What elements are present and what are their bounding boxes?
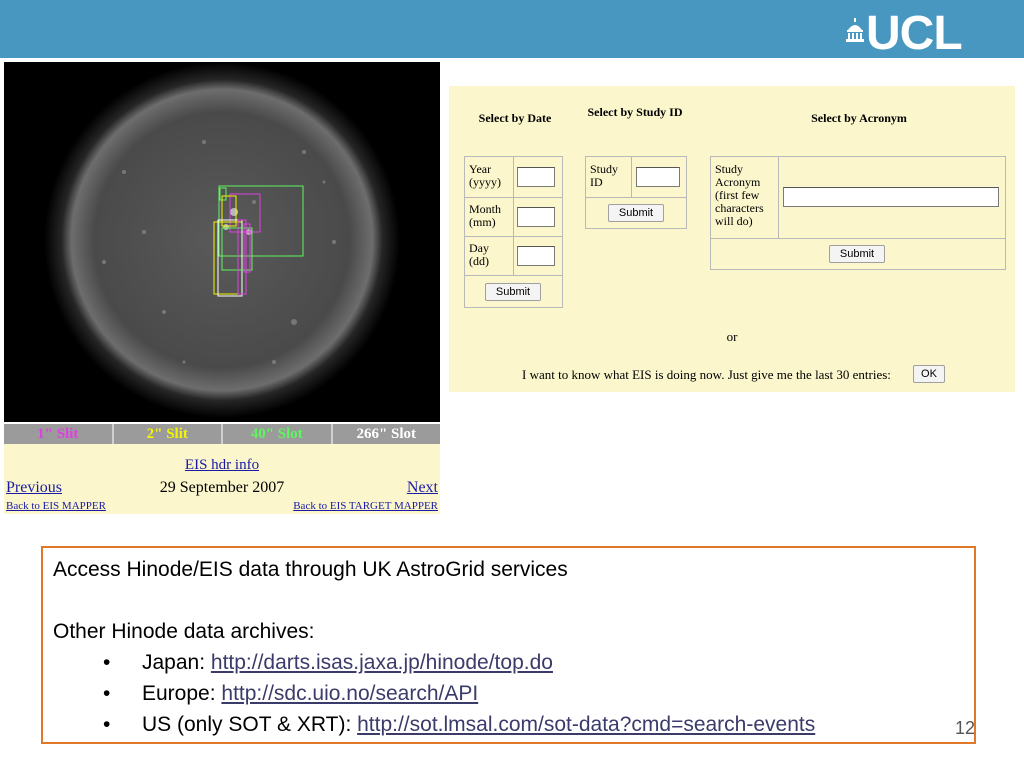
or-separator: or — [726, 329, 738, 344]
slot-label: 266" Slot — [356, 426, 417, 442]
slot-label: 40" Slot — [250, 426, 303, 442]
study-acronym-input[interactable] — [783, 187, 999, 207]
slot-40-slot: 40" Slot — [223, 424, 333, 444]
japan-archive-link[interactable]: http://darts.isas.jaxa.jp/hinode/top.do — [211, 651, 553, 674]
year-input[interactable] — [517, 167, 555, 187]
europe-archive-link[interactable]: http://sdc.uio.no/search/API — [221, 682, 478, 705]
date-search-box: Year (yyyy) Month (mm) Day (dd) Submit — [464, 156, 563, 308]
year-label: Year (yyyy) — [469, 162, 501, 189]
archive-japan: Japan: http://darts.isas.jaxa.jp/hinode/… — [142, 651, 553, 675]
solar-disk-image[interactable] — [4, 62, 440, 422]
day-label: Day (dd) — [469, 241, 489, 268]
observation-date: 29 September 2007 — [159, 479, 285, 496]
archive-label: US (only SOT & XRT): — [142, 713, 358, 736]
date-submit-button[interactable]: Submit — [485, 283, 541, 301]
archive-label: Japan: — [142, 651, 211, 674]
study-id-submit-button[interactable]: Submit — [608, 204, 664, 222]
bullet: • — [103, 713, 111, 736]
acronym-search-box: Study Acronym (first few characters will… — [710, 156, 1006, 270]
back-to-eis-mapper-link[interactable]: Back to EIS MAPPER — [6, 500, 106, 512]
archive-europe: Europe: http://sdc.uio.no/search/API — [142, 682, 478, 706]
next-link[interactable]: Next — [407, 479, 438, 497]
info-box: Access Hinode/EIS data through UK AstroG… — [41, 546, 976, 744]
slot-label: 2" Slit — [146, 426, 188, 442]
slot-legend: 1" Slit 2" Slit 40" Slot 266" Slot — [4, 424, 440, 444]
bullet: • — [103, 682, 111, 705]
eis-search-form: Select by Date Select by Study ID Select… — [449, 86, 1015, 392]
other-archives-heading: Other Hinode data archives: — [53, 620, 315, 643]
slot-2-slit: 2" Slit — [114, 424, 223, 444]
ucl-logo: UCL — [846, 8, 996, 60]
archive-us: US (only SOT & XRT): http://sot.lmsal.co… — [142, 713, 815, 737]
study-id-input[interactable] — [636, 167, 680, 187]
bullet: • — [103, 651, 111, 674]
month-label: Month (mm) — [469, 202, 502, 229]
previous-link[interactable]: Previous — [6, 479, 62, 497]
study-id-search-box: Study ID Submit — [585, 156, 687, 229]
ok-button[interactable]: OK — [913, 365, 945, 383]
slot-label: 1" Slit — [37, 426, 79, 442]
study-acronym-label: Study Acronym (first few characters will… — [715, 162, 764, 228]
select-by-date-heading: Select by Date — [478, 111, 552, 125]
acronym-submit-button[interactable]: Submit — [829, 245, 885, 263]
select-by-acronym-heading: Select by Acronym — [811, 111, 907, 125]
sun-viewer: 1" Slit 2" Slit 40" Slot 266" Slot EIS h… — [4, 62, 440, 514]
last-entries-text: I want to know what EIS is doing now. Ju… — [522, 367, 891, 382]
us-archive-link[interactable]: http://sot.lmsal.com/sot-data?cmd=search… — [357, 713, 815, 736]
eis-hdr-info-link[interactable]: EIS hdr info — [4, 457, 440, 474]
ucl-dome-icon — [846, 18, 864, 42]
astrogrid-access-text: Access Hinode/EIS data through UK AstroG… — [53, 558, 568, 581]
archive-label: Europe: — [142, 682, 222, 705]
month-input[interactable] — [517, 207, 555, 227]
select-by-study-heading: Select by Study ID — [587, 105, 683, 119]
slot-266-slot: 266" Slot — [333, 424, 441, 444]
back-to-eis-target-mapper-link[interactable]: Back to EIS TARGET MAPPER — [293, 500, 438, 512]
ucl-logo-text: UCL — [866, 7, 963, 60]
eis-navigation: EIS hdr info 29 September 2007 Previous … — [4, 444, 440, 514]
study-id-label: Study ID — [590, 162, 619, 189]
page-number: 12 — [955, 718, 976, 738]
day-input[interactable] — [517, 246, 555, 266]
slot-1-slit: 1" Slit — [4, 424, 114, 444]
